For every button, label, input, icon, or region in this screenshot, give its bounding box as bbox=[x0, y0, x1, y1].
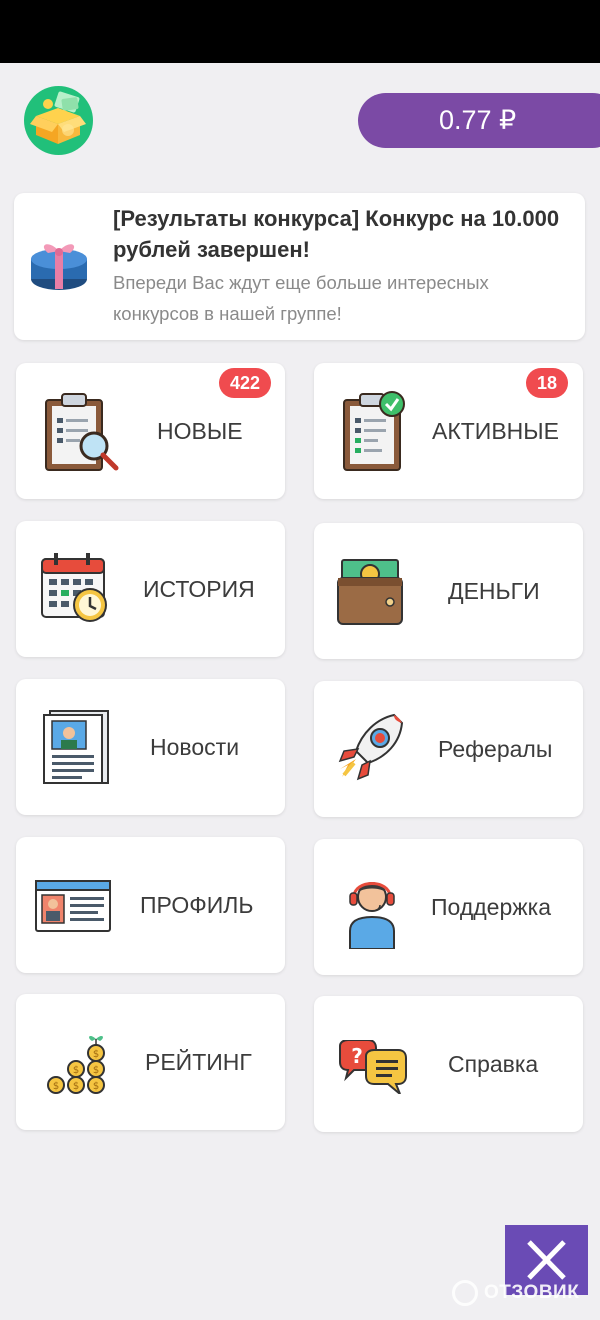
tile-rating-label: РЕЙТИНГ bbox=[145, 1048, 252, 1075]
tile-history[interactable]: ИСТОРИЯ bbox=[16, 521, 285, 657]
tile-rating[interactable]: $ $ $ $ $ $ РЕЙТИНГ bbox=[16, 994, 285, 1130]
tile-profile[interactable]: ПРОФИЛЬ bbox=[16, 837, 285, 973]
balance-amount: 0.77 ₽ bbox=[439, 105, 517, 135]
rocket-icon bbox=[336, 711, 406, 790]
new-count-badge: 422 bbox=[219, 368, 272, 398]
tile-referrals-label: Рефералы bbox=[438, 735, 553, 762]
tile-help-label: Справка bbox=[448, 1050, 539, 1077]
watermark-logo-icon bbox=[452, 1280, 478, 1306]
tile-referrals[interactable]: Рефералы bbox=[314, 681, 583, 817]
app-logo bbox=[24, 86, 93, 155]
wallet-icon bbox=[336, 556, 406, 631]
tile-money-label: ДЕНЬГИ bbox=[448, 577, 540, 604]
tile-support-label: Поддержка bbox=[431, 893, 551, 920]
svg-text:?: ? bbox=[351, 1044, 363, 1068]
tile-history-label: ИСТОРИЯ bbox=[143, 575, 255, 602]
svg-text:$: $ bbox=[73, 1065, 79, 1076]
status-bar bbox=[0, 0, 600, 63]
svg-text:$: $ bbox=[73, 1081, 79, 1092]
tile-profile-label: ПРОФИЛЬ bbox=[140, 891, 254, 918]
active-count-badge: 18 bbox=[526, 368, 569, 398]
svg-text:$: $ bbox=[93, 1065, 99, 1076]
newspaper-icon bbox=[42, 709, 112, 790]
tile-support[interactable]: Поддержка bbox=[314, 839, 583, 975]
tile-news-label: Новости bbox=[150, 733, 240, 760]
calendar-clock-icon bbox=[40, 551, 110, 628]
coin-stack-icon: $ $ $ $ $ $ bbox=[42, 1029, 108, 1104]
tile-news[interactable]: Новости bbox=[16, 679, 285, 815]
watermark: ОТЗОВИК bbox=[452, 1278, 592, 1308]
support-agent-icon bbox=[342, 869, 402, 954]
balance-button[interactable]: 0.77 ₽ bbox=[358, 93, 600, 148]
help-chat-icon: ? bbox=[336, 1039, 408, 1099]
svg-text:$: $ bbox=[53, 1081, 59, 1092]
news-card[interactable]: [Результаты конкурса] Конкурс на 10.000 … bbox=[14, 193, 585, 340]
profile-card-icon bbox=[34, 877, 112, 940]
tile-active[interactable]: АКТИВНЫЕ 18 bbox=[314, 363, 583, 499]
clipboard-search-icon bbox=[42, 390, 122, 479]
gift-box-icon bbox=[24, 233, 94, 299]
clipboard-check-icon bbox=[340, 390, 420, 479]
tile-new[interactable]: НОВЫЕ 422 bbox=[16, 363, 285, 499]
tile-money[interactable]: ДЕНЬГИ bbox=[314, 523, 583, 659]
svg-text:$: $ bbox=[93, 1049, 99, 1060]
tile-help[interactable]: ? Справка bbox=[314, 996, 583, 1132]
news-description: Впереди Вас ждут еще больше интересных к… bbox=[113, 272, 489, 324]
news-title: [Результаты конкурса] Конкурс на 10.000 … bbox=[113, 206, 560, 262]
svg-text:$: $ bbox=[93, 1081, 99, 1092]
watermark-text: ОТЗОВИК bbox=[484, 1282, 580, 1303]
